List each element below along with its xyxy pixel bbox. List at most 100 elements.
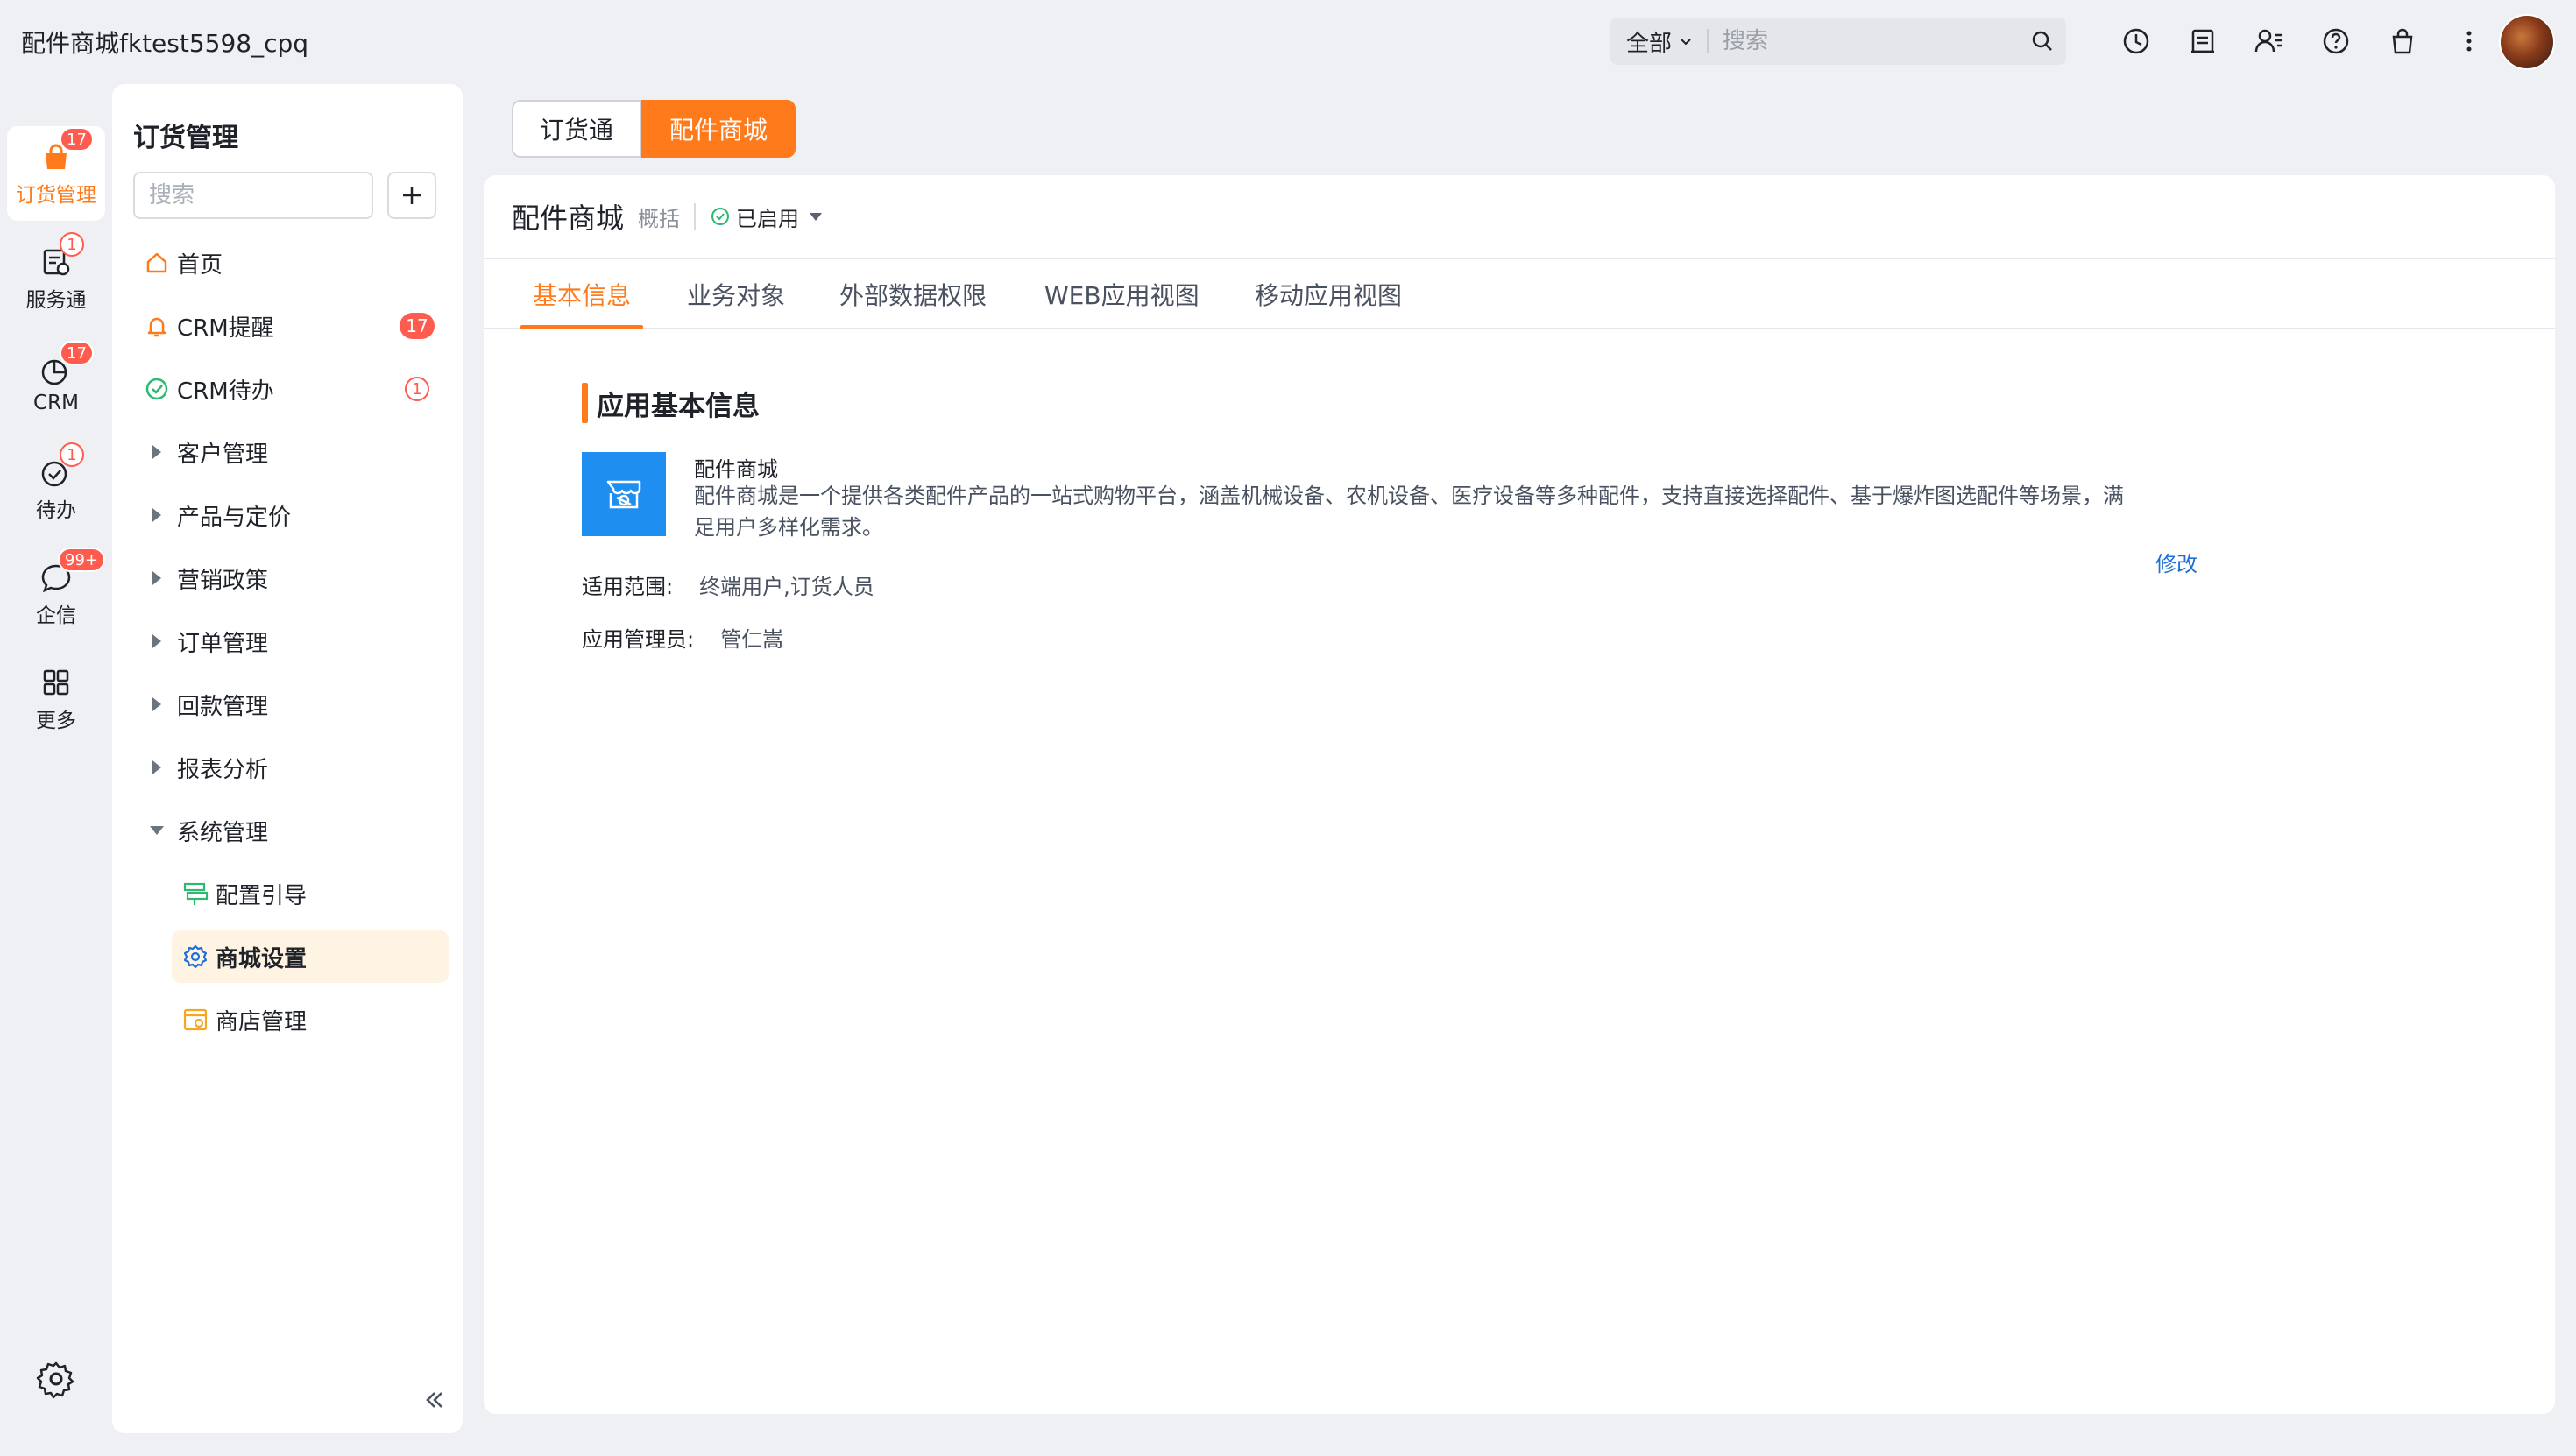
caret-down-icon: [144, 817, 170, 844]
status-label: 已启用: [736, 206, 800, 231]
nav-item-marketing[interactable]: 营销政策: [144, 552, 442, 604]
store-icon: [606, 480, 641, 509]
header-divider: [694, 203, 697, 230]
nav-item-reports[interactable]: 报表分析: [144, 741, 442, 794]
plus-icon: [403, 187, 421, 204]
main-header: 配件商城 概括 已启用: [484, 175, 2555, 259]
rail-item-todo[interactable]: 1 待办: [7, 442, 105, 536]
nav-item-orders[interactable]: 订单管理: [144, 615, 442, 668]
rail-item-service[interactable]: 1 服务通: [7, 231, 105, 326]
app-rail: 17 订货管理 1 服务通 17 CRM 1 待办 99+ 企信 更多: [0, 82, 112, 1456]
admin-value: 管仁嵩: [720, 627, 784, 652]
home-icon: [144, 250, 170, 276]
rail-item-label: 更多: [36, 710, 76, 732]
nav-item-label: 营销政策: [177, 567, 269, 594]
nav-item-shop-management[interactable]: 商店管理: [182, 993, 456, 1046]
count-badge: 17: [400, 313, 435, 339]
edit-link[interactable]: 修改: [2155, 547, 2197, 577]
rail-badge: 17: [60, 341, 94, 365]
nav-item-label: 首页: [177, 251, 223, 279]
rail-item-more[interactable]: 更多: [7, 652, 105, 746]
more-vertical-icon[interactable]: [2436, 18, 2502, 65]
add-button[interactable]: [387, 172, 436, 219]
crm-pie-icon: 17: [39, 341, 94, 388]
service-icon: 1: [39, 232, 84, 279]
app-title: 配件商城fktest5598_cpq: [21, 29, 309, 58]
contacts-icon[interactable]: [2236, 18, 2303, 65]
rail-item-label: CRM: [33, 392, 79, 414]
nav-item-crm-reminder[interactable]: CRM提醒 17: [144, 300, 442, 352]
nav-item-label: 系统管理: [177, 819, 269, 846]
check-circle-icon: [144, 376, 170, 402]
nav-item-config-guide[interactable]: 配置引导: [182, 867, 456, 920]
page-subtitle: 概括: [638, 206, 681, 231]
section-title: 应用基本信息: [582, 382, 760, 424]
count-badge: 1: [405, 377, 429, 401]
search-icon[interactable]: [2019, 18, 2066, 65]
nav-item-crm-todo[interactable]: CRM待办 1: [144, 363, 442, 415]
tab-basic-info[interactable]: 基本信息: [520, 259, 644, 329]
todo-check-icon: 1: [39, 442, 84, 490]
nav-search-input[interactable]: [133, 172, 373, 219]
rail-badge: 1: [60, 232, 84, 257]
help-icon[interactable]: [2303, 18, 2369, 65]
scope-value: 终端用户,订货人员: [699, 575, 874, 599]
app-tab-switcher: 订货通 配件商城: [512, 100, 796, 158]
nav-item-label: 回款管理: [177, 693, 269, 720]
bell-icon: [144, 313, 170, 339]
app-description: 配件商城是一个提供各类配件产品的一站式购物平台，涵盖机械设备、农机设备、医疗设备…: [694, 484, 2124, 540]
nav-item-products[interactable]: 产品与定价: [144, 489, 442, 541]
tab-order-app[interactable]: 订货通: [512, 100, 642, 158]
rail-item-crm[interactable]: 17 CRM: [7, 336, 105, 431]
nav-item-label: 订单管理: [177, 630, 269, 657]
nav-item-store-settings[interactable]: 商城设置: [172, 930, 449, 983]
global-search: 全部: [1610, 18, 2066, 65]
tab-mobile-app-view[interactable]: 移动应用视图: [1255, 259, 1402, 329]
tab-parts-mall[interactable]: 配件商城: [641, 100, 796, 158]
rail-item-label: 企信: [36, 604, 76, 627]
user-avatar[interactable]: [2499, 14, 2555, 70]
rail-item-order-management[interactable]: 17 订货管理: [7, 126, 105, 221]
notes-icon[interactable]: [2169, 18, 2236, 65]
nav-item-system[interactable]: 系统管理: [144, 804, 442, 857]
rail-item-label: 订货管理: [16, 184, 96, 207]
nav-item-label: CRM提醒: [177, 315, 274, 342]
shop-icon: [182, 1007, 209, 1033]
caret-right-icon: [144, 502, 170, 528]
rail-item-label: 待办: [36, 499, 76, 522]
history-icon[interactable]: [2103, 18, 2169, 65]
rail-item-label: 服务通: [25, 289, 87, 312]
check-circle-icon: [711, 208, 730, 225]
nav-item-label: CRM待办: [177, 378, 274, 405]
nav-item-customer[interactable]: 客户管理: [144, 426, 442, 478]
section-tabs: 基本信息 业务对象 外部数据权限 WEB应用视图 移动应用视图: [484, 259, 2555, 329]
tab-external-data-permissions[interactable]: 外部数据权限: [839, 259, 987, 329]
top-bar: 配件商城fktest5598_cpq 全部: [0, 0, 2576, 82]
rail-badge: 1: [60, 442, 84, 467]
tab-web-app-view[interactable]: WEB应用视图: [1044, 259, 1200, 329]
top-toolbar: [2103, 18, 2502, 65]
collapse-icon[interactable]: [419, 1384, 450, 1416]
scope-label: 适用范围:: [582, 575, 674, 599]
admin-row: 应用管理员: 管仁嵩: [582, 622, 783, 653]
settings-gear-icon[interactable]: [35, 1358, 77, 1400]
tab-business-objects[interactable]: 业务对象: [687, 259, 785, 329]
rail-item-messenger[interactable]: 99+ 企信: [7, 547, 105, 641]
main-panel: 配件商城 概括 已启用 基本信息 业务对象 外部数据权限 WEB应用视图 移动应…: [484, 175, 2555, 1414]
search-input[interactable]: [1723, 28, 2019, 54]
caret-right-icon: [144, 754, 170, 781]
caret-down-icon: [810, 212, 823, 221]
page-title: 配件商城: [512, 201, 625, 235]
order-bag-icon: 17: [39, 127, 94, 174]
scope-row: 适用范围: 终端用户,订货人员: [582, 569, 874, 600]
chat-bubble-icon: 99+: [39, 548, 105, 595]
nav-item-payments[interactable]: 回款管理: [144, 678, 442, 731]
search-scope-dropdown[interactable]: 全部: [1610, 25, 1693, 58]
shopping-bag-icon[interactable]: [2369, 18, 2436, 65]
nav-item-label: 商店管理: [216, 1008, 308, 1035]
status-dropdown[interactable]: 已启用: [710, 201, 823, 232]
nav-item-home[interactable]: 首页: [144, 237, 442, 289]
nav-title: 订货管理: [133, 123, 238, 153]
app-name: 配件商城: [694, 457, 778, 482]
grid-icon: [39, 665, 74, 700]
